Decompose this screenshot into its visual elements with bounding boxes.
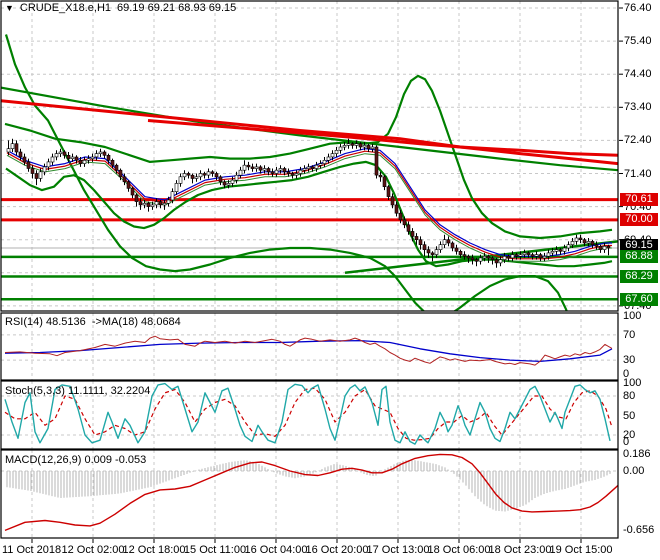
rsi-indicator-title: RSI(14) 48.5136 ->MA(18) 48.0684 — [5, 316, 181, 328]
rsi-axis-label: 100 — [623, 310, 642, 322]
price-level-badge-support: 67.60 — [620, 292, 658, 306]
macd-axis-label: 0.00 — [623, 465, 645, 477]
rsi-axis-label: 30 — [623, 354, 636, 367]
symbol-period-label: CRUDE_X18.e,H1 — [19, 2, 112, 14]
price-axis-label: 76.40 — [624, 2, 652, 14]
time-axis-label: 16 Oct 04:00 — [244, 544, 308, 556]
time-axis-label: 19 Oct 15:00 — [549, 544, 613, 556]
stoch-axis-label: 100 — [623, 377, 642, 389]
time-axis-label: 12 Oct 02:00 — [61, 544, 125, 556]
time-axis-label: 15 Oct 11:00 — [183, 544, 247, 556]
stoch-axis-label: 0 — [623, 436, 630, 448]
price-level-badge-resistance: 70.61 — [620, 193, 658, 207]
stoch-indicator-title: Stoch(5,3,3) 11.1111, 32.2204 — [5, 385, 151, 397]
time-axis-label: 11 Oct 2018 — [2, 544, 62, 556]
price-level-badge-support: 68.29 — [620, 269, 658, 283]
price-axis-label: 71.40 — [624, 167, 652, 180]
ohlc-values-label: 69.19 69.21 68.93 69.15 — [117, 2, 237, 14]
chart-canvas[interactable] — [0, 0, 660, 560]
price-axis-label: 72.40 — [624, 134, 652, 147]
price-level-badge-support: 68.88 — [620, 250, 658, 264]
macd-indicator-title: MACD(12,26,9) 0.009 -0.053 — [5, 454, 147, 466]
stoch-axis-label: 50 — [623, 409, 636, 422]
time-axis-label: 12 Oct 18:00 — [122, 544, 186, 556]
price-axis-label: 73.40 — [624, 101, 652, 114]
price-axis-label: 74.40 — [624, 68, 652, 81]
macd-axis-label: -0.656 — [623, 524, 655, 537]
stoch-axis-label: 80 — [623, 390, 636, 402]
chart-title-bar: ▼ CRUDE_X18.e,H1 69.19 69.21 68.93 69.15 — [5, 2, 236, 14]
price-axis-label: 75.40 — [624, 35, 652, 48]
trading-terminal-window: ▼ CRUDE_X18.e,H1 69.19 69.21 68.93 69.15… — [0, 0, 660, 560]
time-axis-label: 18 Oct 06:00 — [427, 544, 491, 556]
macd-axis-label: 0.186 — [623, 448, 651, 461]
time-axis-label: 17 Oct 13:00 — [366, 544, 430, 556]
time-axis-label: 16 Oct 20:00 — [305, 544, 369, 556]
time-axis-label: 18 Oct 23:00 — [488, 544, 552, 556]
symbol-dropdown-icon[interactable]: ▼ — [5, 3, 14, 14]
price-level-badge-resistance: 70.00 — [620, 213, 658, 227]
rsi-axis-label: 70 — [623, 328, 636, 341]
